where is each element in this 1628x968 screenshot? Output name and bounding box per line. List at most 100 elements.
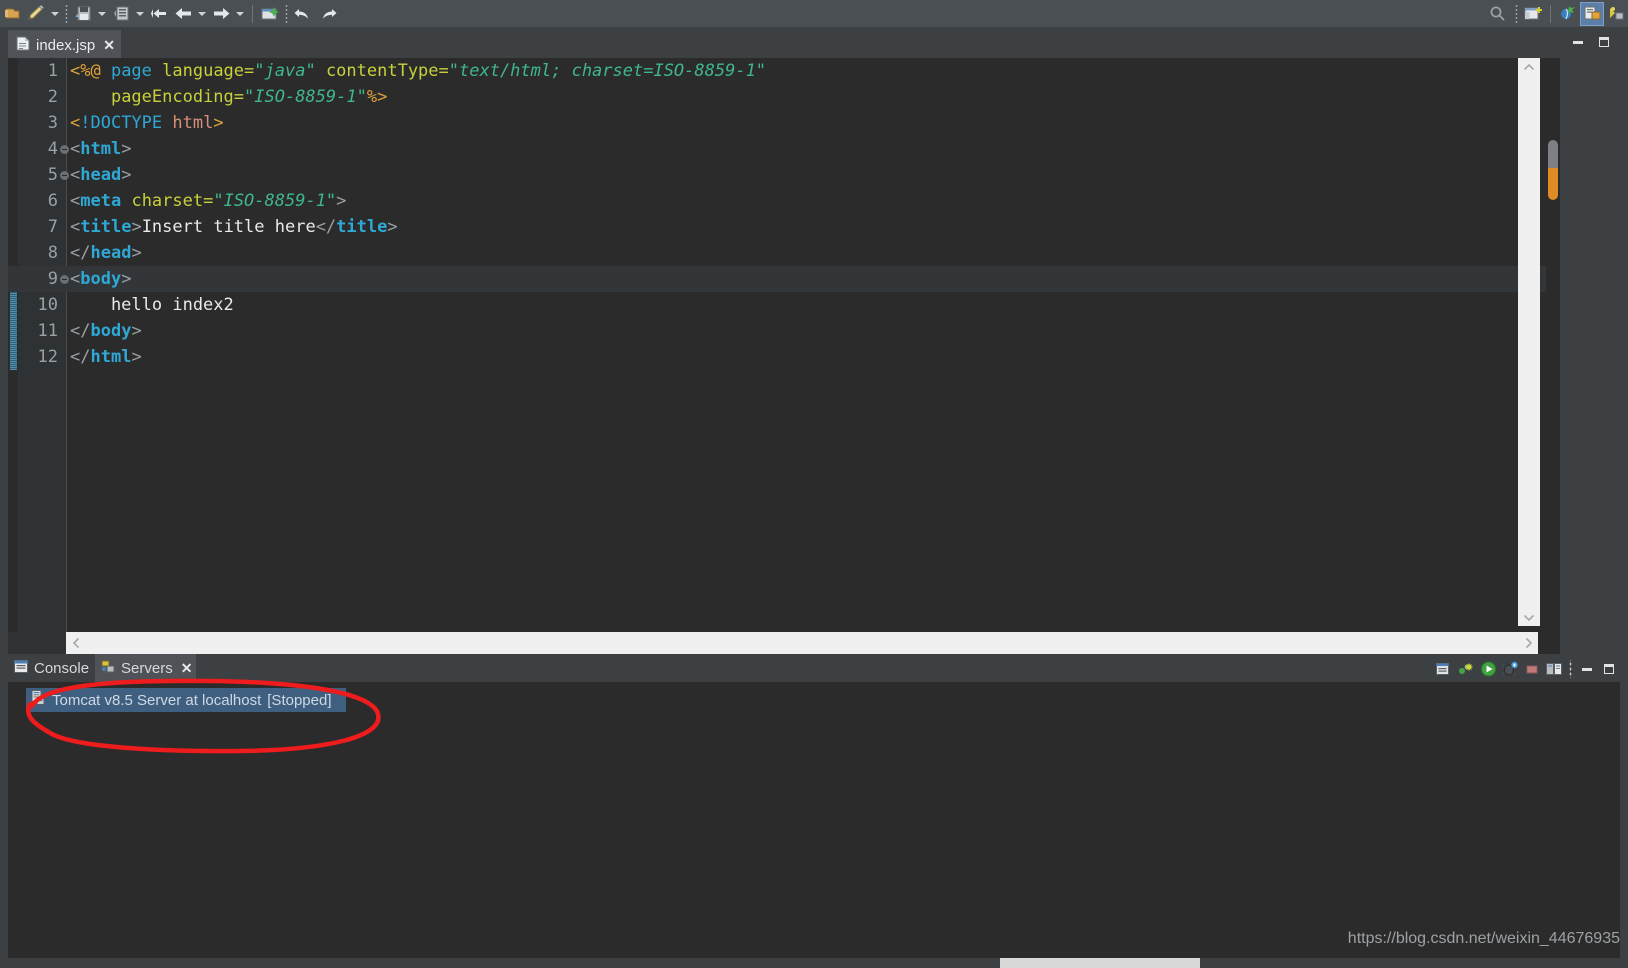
code-line[interactable]: 10 hello index2 [8,292,1560,318]
redo-icon[interactable] [315,2,339,26]
watermark-text: https://blog.csdn.net/weixin_44676935 [1347,930,1620,947]
code-line-text: <body> [70,266,131,292]
new-dropdown-arrow[interactable] [48,2,62,26]
status-strip [0,958,1628,968]
new-perspective-icon[interactable] [1521,2,1545,26]
editor-body: 1 <%@ page language="java" contentType="t… [8,58,1560,654]
code-line[interactable]: 3 <!DOCTYPE html> [8,110,1560,136]
quick-access-pencil-icon[interactable] [24,2,48,26]
panel-tab-servers[interactable]: Servers ✕ [95,654,197,682]
panel-toolbar [1433,658,1620,680]
editor-tab-close-icon[interactable]: ✕ [103,38,115,52]
code-token: < [70,191,81,211]
scroll-up-icon[interactable] [1518,58,1540,76]
code-line[interactable]: 7 <title>Insert title here</title> [8,214,1560,240]
code-editor-pane[interactable]: 1 <%@ page language="java" contentType="t… [8,58,1560,626]
toolbar-drag-handle-1[interactable] [64,4,69,23]
servers-view-body[interactable]: Tomcat v8.5 Server at localhost [Stopped… [8,682,1620,960]
code-fold-icon[interactable] [60,275,69,284]
code-token: > [387,217,398,237]
overview-thumb[interactable] [1548,140,1558,168]
debug-server-icon[interactable] [1499,658,1521,680]
new-console-view-icon[interactable] [1455,658,1477,680]
code-token: html [172,113,214,133]
code-line[interactable]: 2 pageEncoding="ISO-8859-1"%> [8,84,1560,110]
editor-overview-ruler[interactable] [1546,58,1560,626]
code-line-text: <head> [70,162,131,188]
panel-tab-servers-label: Servers [121,659,173,677]
panel-minimize-button[interactable] [1576,658,1598,680]
view-menu-icon[interactable] [1568,660,1573,678]
panel-tab-servers-close-icon[interactable]: ✕ [181,661,193,675]
code-token: > [131,217,142,237]
line-number: 2 [47,87,58,107]
new-wizard-icon[interactable] [0,2,24,26]
save-icon[interactable] [71,2,95,26]
editor-vertical-scrollbar[interactable] [1518,58,1540,626]
code-fold-icon[interactable] [60,171,69,180]
toolbar-group-save [71,0,109,27]
line-number: 4 [47,139,58,159]
publish-dropdown-arrow[interactable] [133,2,147,26]
line-number: 9 [47,269,58,289]
code-line[interactable]: 5 <head> [8,162,1560,188]
save-dropdown-arrow[interactable] [95,2,109,26]
panel-tab-console[interactable]: Console [8,654,95,682]
code-token: > [131,243,142,263]
code-line-text: pageEncoding="ISO-8859-1"%> [70,84,387,110]
publish-icon[interactable] [109,2,133,26]
open-console-icon[interactable] [1433,658,1455,680]
code-token: page [110,61,163,81]
code-line[interactable]: 9 <body> [8,266,1560,292]
panel-tab-console-label: Console [34,659,90,677]
code-token: </ [70,321,91,341]
editor-tab-index-jsp[interactable]: index.jsp ✕ [8,30,121,58]
code-line[interactable]: 6 <meta charset="ISO-8859-1"> [8,188,1560,214]
scroll-down-icon[interactable] [1518,608,1540,626]
editor-horizontal-scrollbar[interactable] [66,632,1538,654]
code-token: > [131,347,142,367]
run-as-icon[interactable] [258,2,282,26]
toolbar-group-undo [291,0,339,27]
forward-icon[interactable] [209,2,233,26]
java-perspective-icon[interactable] [1580,1,1604,26]
code-token: > [213,113,224,133]
back-dropdown-arrow[interactable] [195,2,209,26]
code-line[interactable]: 8 </head> [8,240,1560,266]
code-line[interactable]: 11 </body> [8,318,1560,344]
code-line-text: <%@ page language="java" contentType="te… [70,58,766,84]
code-token: Insert title here [141,217,316,237]
console-icon [14,659,28,677]
code-line[interactable]: 12 </html> [8,344,1560,370]
back-icon[interactable] [171,2,195,26]
start-server-icon[interactable] [1477,658,1499,680]
terminate-icon[interactable] [1521,658,1543,680]
forward-dropdown-arrow[interactable] [233,2,247,26]
java-ee-perspective-icon[interactable] [1556,2,1580,26]
overview-marker-orange[interactable] [1548,168,1558,200]
code-token: < [70,139,81,159]
undo-icon[interactable] [291,2,315,26]
scroll-right-icon[interactable] [1518,632,1538,654]
server-state-label: [Stopped] [267,691,332,709]
scroll-left-icon[interactable] [66,632,86,654]
editor-maximize-button[interactable] [1596,34,1612,50]
code-line[interactable]: 1 <%@ page language="java" contentType="t… [8,58,1560,84]
server-list-item[interactable]: Tomcat v8.5 Server at localhost [Stopped… [26,688,346,712]
code-line-text: </body> [70,318,142,344]
code-line[interactable]: 4 <html> [8,136,1560,162]
server-icon [30,690,45,710]
code-token: > [336,191,347,211]
web-perspective-icon[interactable] [1604,2,1628,26]
editor-minimize-button[interactable] [1570,34,1586,50]
back-history-icon[interactable] [147,2,171,26]
code-token: meta [80,191,122,211]
display-selected-console-icon[interactable] [1543,658,1565,680]
toolbar-drag-handle-2[interactable] [284,4,289,23]
line-number: 7 [47,217,58,237]
search-icon[interactable] [1482,2,1512,26]
panel-maximize-button[interactable] [1598,658,1620,680]
toolbar-drag-handle-3[interactable] [1514,4,1519,23]
code-fold-icon[interactable] [60,145,69,154]
